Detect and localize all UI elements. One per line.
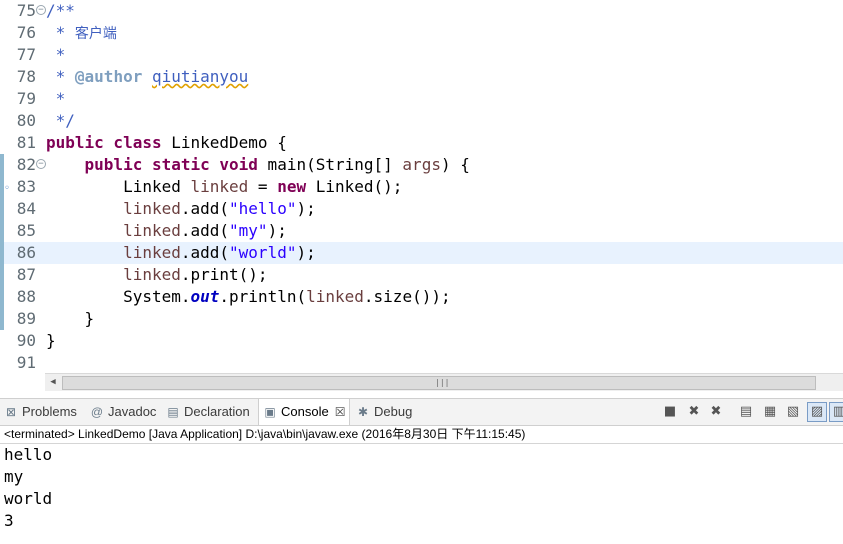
overview-ruler-mark [0,198,4,220]
view-tab-bar: ⊠ Problems @ Javadoc ▤ Declaration ▣ Console… [0,398,843,426]
code-line: 82 − public static void main(String[] ar… [0,154,843,176]
clear-console-icon[interactable]: ▤ [736,402,756,422]
code-text: * 客户端 [46,23,117,42]
fold-toggle-icon[interactable]: − [36,5,46,15]
line-number: 87 [16,265,36,284]
debug-icon: ✱ [357,405,369,419]
code-text: */ [46,111,75,130]
horizontal-scrollbar[interactable]: ◀ ||| [45,373,843,391]
line-number: 90 [16,331,36,350]
overview-ruler-mark [0,308,4,330]
code-line: ◦ 83 Linked linked = new Linked(); [0,176,843,198]
javadoc-icon: @ [90,405,104,419]
code-line: 79 * [0,88,843,110]
code-editor[interactable]: 75 − /** 76 * 客户端 77 * 78 * @author qiut… [0,0,843,372]
code-text: public static void main(String[] args) { [84,155,470,174]
declaration-icon: ▤ [167,405,179,419]
overview-ruler-mark [0,220,4,242]
tab-debug[interactable]: ✱ Debug [356,399,412,425]
overview-ruler-mark [0,242,4,264]
console-line: hello [4,445,53,464]
fold-toggle-icon[interactable]: − [36,159,46,169]
code-text: * [46,45,66,64]
code-line: 89 } [0,308,843,330]
code-text: } [46,309,95,328]
code-text: * [46,89,66,108]
code-line-current: 86 linked.add("world"); [0,242,843,264]
console-line: world [4,489,53,508]
line-number: 78 [16,67,36,86]
code-text: /** [46,1,75,20]
line-number: 80 [16,111,36,130]
code-text: linked.add("hello"); [123,199,316,218]
scroll-left-icon[interactable]: ◀ [45,374,61,391]
console-output[interactable]: hello my world 3 [0,443,843,544]
close-icon[interactable]: ☒ [335,405,346,419]
code-line: 87 linked.print(); [0,264,843,286]
line-number: 76 [16,23,36,42]
remove-all-terminated-icon[interactable]: ✖ [706,402,726,422]
tab-javadoc[interactable]: @ Javadoc [90,399,157,425]
line-number: 84 [16,199,36,218]
line-number: 91 [16,353,36,372]
line-number: 89 [16,309,36,328]
overview-ruler-mark [0,154,4,176]
code-text: linked.add("world"); [123,243,316,262]
console-icon: ▣ [264,405,276,419]
code-line: 77 * [0,44,843,66]
console-line: 3 [4,511,14,530]
line-number: 85 [16,221,36,240]
line-number: 81 [16,133,36,152]
tab-declaration[interactable]: ▤ Declaration [166,399,249,425]
code-text: System.out.println(linked.size()); [123,287,451,306]
line-number: 83 [16,177,36,196]
overview-ruler-mark [0,286,4,308]
line-number: 86 [16,243,36,262]
line-number: 77 [16,45,36,64]
remove-launch-icon[interactable]: ✖ [684,402,704,422]
code-line: 90 } [0,330,843,352]
code-text: Linked linked = new Linked(); [46,177,403,196]
display-console-icon[interactable]: ▥ [829,402,843,422]
code-line: 80 */ [0,110,843,132]
code-line: 84 linked.add("hello"); [0,198,843,220]
pin-console-icon[interactable]: ▨ [807,402,827,422]
tab-console[interactable]: ▣ Console ☒ [258,399,351,425]
code-line: 85 linked.add("my"); [0,220,843,242]
overview-ruler-mark [0,264,4,286]
line-number: 75 [16,1,36,20]
problems-icon: ⊠ [5,405,17,419]
tab-problems[interactable]: ⊠ Problems [4,399,77,425]
line-number: 79 [16,89,36,108]
console-line: my [4,467,24,486]
code-line: 91 [0,352,843,372]
code-line: 81 public class LinkedDemo { [0,132,843,154]
code-line: 88 System.out.println(linked.size()); [0,286,843,308]
code-line: 78 * @author qiutianyou [0,66,843,88]
code-text: public class LinkedDemo { [46,133,287,152]
line-number: 88 [16,287,36,306]
scrollbar-thumb[interactable]: ||| [62,376,816,390]
console-status: <terminated> LinkedDemo [Java Applicatio… [4,427,526,441]
line-number: 82 [16,155,36,174]
code-text: * @author qiutianyou [46,67,249,86]
code-text: linked.print(); [123,265,268,284]
code-text: linked.add("my"); [123,221,287,240]
word-wrap-icon[interactable]: ▧ [783,402,803,422]
code-line: 76 * 客户端 [0,22,843,44]
code-line: 75 − /** [0,0,843,22]
terminate-icon[interactable]: ■ [660,402,680,422]
scroll-lock-icon[interactable]: ▦ [760,402,780,422]
grip-icon: ||| [435,378,450,387]
code-text: } [46,331,56,350]
